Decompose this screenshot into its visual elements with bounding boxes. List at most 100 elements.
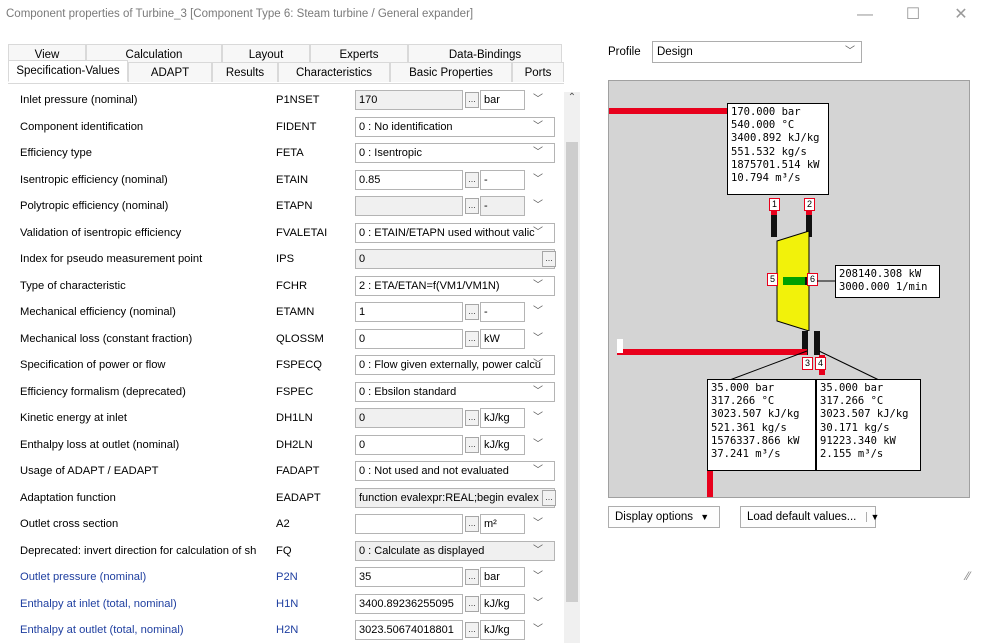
property-value-field[interactable]: 0 : Flow given externally, power calcu [355,355,555,375]
chevron-down-icon[interactable]: ﹀ [529,515,547,533]
unit-select[interactable]: bar [480,90,525,110]
property-value-field[interactable]: 0 [355,434,463,455]
property-value-field[interactable]: 3400.89236255095 [355,593,463,614]
chevron-down-icon[interactable]: ﹀ [529,436,547,454]
unit-select[interactable]: kW [480,328,525,349]
ellipsis-button[interactable]: ... [465,595,479,612]
tab-row-2: Specification-Values ADAPT Results Characte… [8,60,564,82]
property-value-field[interactable]: 170 [355,90,463,110]
ellipsis-button[interactable]: ... [465,622,479,638]
property-value-field[interactable]: 2 : ETA/ETAN=f(VM1/VM1N) [355,275,555,296]
chevron-down-icon[interactable]: ﹀ [529,330,547,348]
load-defaults-label: Load default values... [747,511,857,523]
load-defaults-button[interactable]: Load default values... ▼ [740,506,880,528]
chevron-down-icon[interactable]: ﹀ [529,383,547,401]
tab-characteristics[interactable]: Characteristics [278,62,390,82]
property-value-field[interactable]: 0 : Isentropic [355,143,555,163]
ellipsis-button[interactable]: ... [465,436,479,453]
component-diagram[interactable]: 1 2 5 6 3 4 170.000 bar 540.000 °C 3400.… [608,80,970,498]
tab-results[interactable]: Results [212,62,278,82]
property-value-field[interactable]: 0 : No identification [355,116,555,137]
ellipsis-button[interactable]: ... [465,330,479,347]
unit-select[interactable]: kJ/kg [480,408,525,428]
property-value-field[interactable]: 3023.50674018801 [355,620,463,640]
resize-grip-icon[interactable]: ⁄⁄ [966,569,970,583]
property-value-field[interactable]: 1 [355,302,463,322]
property-value-field[interactable]: 0 [355,408,463,428]
property-label: Outlet cross section [20,518,119,530]
chevron-down-icon[interactable]: ﹀ [529,118,547,136]
chevron-down-icon[interactable]: ﹀ [529,462,547,480]
unit-select[interactable]: bar [480,567,525,587]
chevron-down-icon[interactable]: ﹀ [529,595,547,613]
unit-select[interactable]: - [480,302,525,322]
chevron-down-icon[interactable]: ﹀ [529,621,547,639]
chevron-down-icon[interactable]: ﹀ [529,277,547,295]
unit-select[interactable]: m² [480,514,525,534]
ellipsis-button[interactable]: ... [465,569,479,585]
ellipsis-button[interactable]: ... [542,251,556,267]
property-label: Kinetic energy at inlet [20,412,127,424]
chevron-down-icon[interactable]: ﹀ [529,171,547,189]
chevron-down-icon[interactable]: ﹀ [529,144,547,162]
unit-select[interactable]: kJ/kg [480,434,525,455]
chevron-down-icon[interactable]: ﹀ [529,356,547,374]
property-value-field[interactable] [355,514,463,534]
chevron-down-icon[interactable]: ﹀ [529,542,547,560]
ellipsis-button[interactable]: ... [465,516,479,532]
tab-data-bindings[interactable]: Data-Bindings [408,44,562,64]
property-row: Isentropic efficiency (nominal) ETAIN 0.85… [10,168,566,194]
ellipsis-button[interactable]: ... [465,304,479,320]
property-label: Type of characteristic [20,279,126,292]
unit-select[interactable]: - [480,169,525,190]
chevron-down-icon[interactable]: ﹀ [529,568,547,586]
ellipsis-button[interactable]: ... [465,410,479,426]
property-code: DH2LN [276,438,313,451]
property-value-field[interactable]: 0 [355,249,555,269]
maximize-button[interactable]: ☐ [898,4,928,26]
property-value-field[interactable]: 0 : Ebsilon standard [355,381,555,402]
tab-experts[interactable]: Experts [310,44,408,64]
display-options-button[interactable]: Display options ▼ [608,506,720,528]
property-label: Efficiency formalism (deprecated) [20,385,186,398]
close-button[interactable]: ✕ [946,4,976,26]
profile-select[interactable]: Design ﹀ [652,41,862,63]
property-code: FIDENT [276,120,317,133]
chevron-down-icon[interactable]: ﹀ [529,224,547,242]
property-code: H1N [276,597,299,610]
outlet-4-values-box: 35.000 bar 317.266 °C 3023.507 kJ/kg 30.… [816,379,921,471]
property-row: Component identification FIDENT 0 : No ide… [10,115,566,141]
unit-select[interactable]: - [480,196,525,216]
ellipsis-button[interactable]: ... [465,198,479,214]
chevron-down-icon[interactable]: ﹀ [529,303,547,321]
property-value-field[interactable]: function evalexpr:REAL;begin evalex [355,487,555,508]
property-value-field[interactable]: 0 [355,328,463,349]
tab-adapt[interactable]: ADAPT [128,62,212,82]
property-row: Efficiency formalism (deprecated) FSPEC 0 … [10,380,566,406]
property-code: FSPEC [276,385,314,398]
ellipsis-button[interactable]: ... [542,489,556,506]
chevron-down-icon[interactable]: ﹀ [529,91,547,109]
chevron-down-icon[interactable]: ﹀ [529,409,547,427]
unit-select[interactable]: kJ/kg [480,620,525,640]
property-code: ETAMN [276,306,315,318]
property-value-field[interactable]: 0 : Not used and not evaluated [355,461,555,481]
tab-specification-values[interactable]: Specification-Values [8,60,128,82]
property-value-field[interactable] [355,196,463,216]
unit-select[interactable]: kJ/kg [480,593,525,614]
chevron-down-icon[interactable]: ﹀ [529,197,547,215]
property-row: Index for pseudo measurement point IPS 0..… [10,247,566,273]
property-row: Enthalpy at inlet (total, nominal) H1N 340… [10,592,566,618]
property-value-field[interactable]: 0.85 [355,169,463,190]
scroll-up-icon[interactable]: ⌃ [565,92,579,106]
ellipsis-button[interactable]: ... [465,171,479,188]
scrollbar-thumb[interactable] [566,142,578,602]
tab-ports[interactable]: Ports [512,62,564,82]
property-value-field[interactable]: 0 : Calculate as displayed [355,540,555,561]
tab-basic-properties[interactable]: Basic Properties [390,62,512,82]
property-value-field[interactable]: 0 : ETAIN/ETAPN used without valic [355,222,555,243]
ellipsis-button[interactable]: ... [465,92,479,108]
minimize-button[interactable]: — [850,4,880,26]
property-value-field[interactable]: 35 [355,567,463,587]
tab-layout[interactable]: Layout [222,44,310,64]
